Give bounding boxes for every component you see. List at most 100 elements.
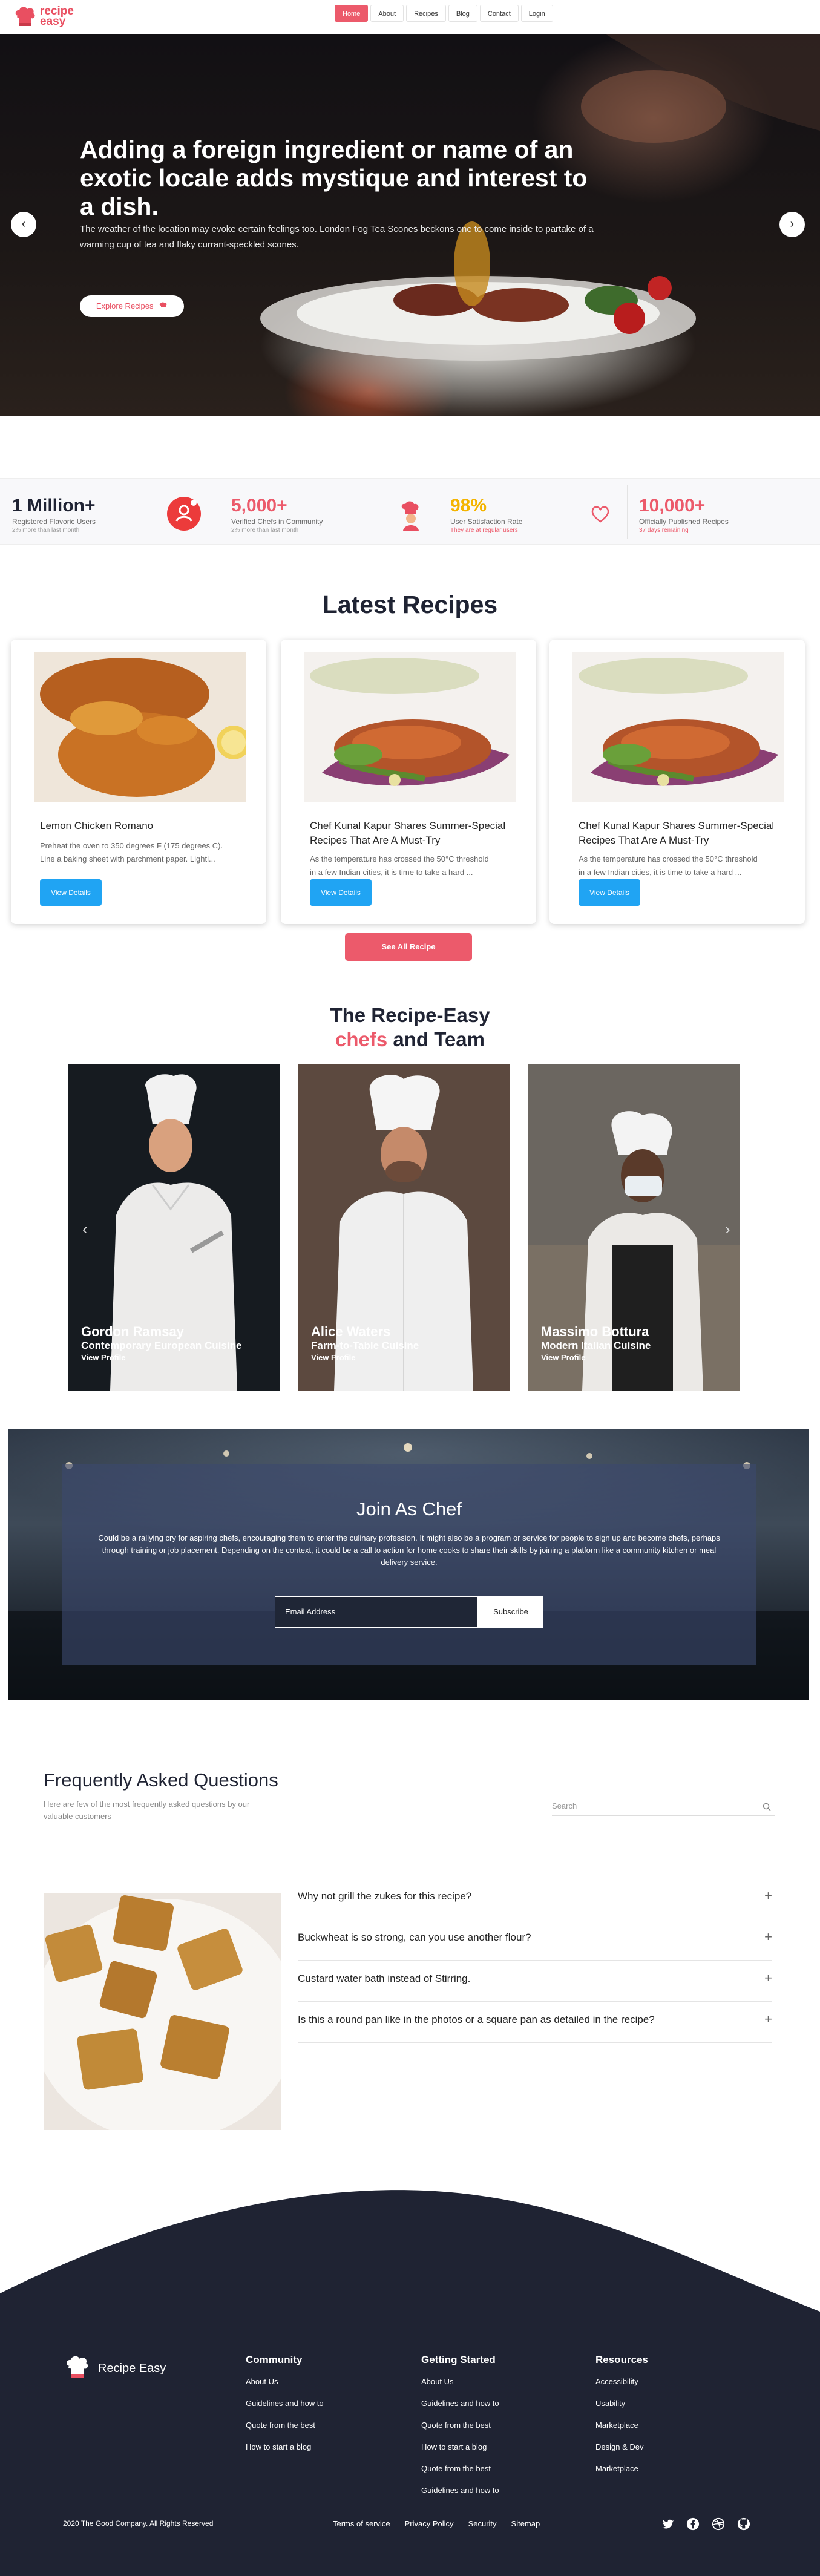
footer-column-resources: Resources Accessibility Usability Market… xyxy=(595,2354,741,2485)
footer-link[interactable]: About Us xyxy=(421,2376,566,2388)
chefs-title-line1: The Recipe-Easy xyxy=(330,1004,490,1026)
chef-hat-logo-icon xyxy=(67,2356,88,2378)
dribbble-icon[interactable] xyxy=(712,2517,725,2531)
terms-link[interactable]: Terms of service xyxy=(333,2519,390,2528)
chef-card[interactable]: Alice Waters Farm-to-Table Cuisine View … xyxy=(298,1064,510,1391)
hero-prev-arrow[interactable]: ‹ xyxy=(11,212,36,237)
footer-link[interactable]: Marketplace xyxy=(595,2419,741,2431)
recipe-excerpt-line: in a few Indian cities, it is time to ta… xyxy=(579,868,742,877)
footer-link[interactable]: Quote from the best xyxy=(421,2419,566,2431)
nav-recipes[interactable]: Recipes xyxy=(406,5,446,22)
recipe-card[interactable]: Lemon Chicken Romano Preheat the oven to… xyxy=(11,640,266,924)
nav-about[interactable]: About xyxy=(370,5,404,22)
see-all-recipe-button[interactable]: See All Recipe xyxy=(345,933,472,961)
nav-home[interactable]: Home xyxy=(335,5,369,22)
nav-blog[interactable]: Blog xyxy=(448,5,477,22)
footer-logo[interactable] xyxy=(63,2354,92,2384)
legal-links: Terms of service Privacy Policy Security… xyxy=(333,2519,540,2528)
chef-card[interactable]: Massimo Bottura Modern Italian Cuisine V… xyxy=(528,1064,740,1391)
twitter-icon[interactable] xyxy=(661,2517,674,2531)
privacy-link[interactable]: Privacy Policy xyxy=(405,2519,454,2528)
faq-search-placeholder: Search xyxy=(552,1801,577,1811)
plus-icon[interactable]: + xyxy=(764,1929,772,1945)
recipe-excerpt-line: Line a baking sheet with parchment paper… xyxy=(40,854,215,864)
chef-hat-logo-icon xyxy=(15,7,35,26)
plus-icon[interactable]: + xyxy=(764,1888,772,1904)
stat-sub: They are at regular users xyxy=(450,527,518,534)
footer-link[interactable]: How to start a blog xyxy=(421,2441,566,2453)
view-details-button[interactable]: View Details xyxy=(579,879,640,906)
chefs-prev-arrow[interactable]: ‹ xyxy=(82,1220,88,1239)
footer-column-title: Community xyxy=(246,2354,303,2365)
footer-link[interactable]: About Us xyxy=(246,2376,391,2388)
faq-subtitle: Here are few of the most frequently aske… xyxy=(44,1800,250,1821)
footer-link[interactable]: Usability xyxy=(595,2397,741,2410)
chefs-title: The Recipe-Easy chefs and Team xyxy=(0,1003,820,1052)
bars-on-plate-image xyxy=(44,1893,281,2130)
recipe-excerpt-line: As the temperature has crossed the 50°C … xyxy=(310,854,489,864)
view-details-button[interactable]: View Details xyxy=(40,879,102,906)
explore-recipes-button[interactable]: Explore Recipes xyxy=(80,295,184,317)
join-text: Could be a rallying cry for aspiring che… xyxy=(98,1533,720,1567)
view-details-button[interactable]: View Details xyxy=(310,879,372,906)
nav-login[interactable]: Login xyxy=(520,5,553,22)
recipe-card[interactable]: Chef Kunal Kapur Shares Summer-Special R… xyxy=(281,640,536,924)
faq-search-input[interactable]: Search xyxy=(552,1798,775,1816)
chefs-title-line2: chefs and Team xyxy=(0,1027,820,1052)
recipe-title[interactable]: Lemon Chicken Romano xyxy=(40,819,246,833)
footer-column-title: Resources xyxy=(595,2354,648,2365)
footer-link[interactable]: Guidelines and how to xyxy=(421,2485,566,2497)
facebook-icon[interactable] xyxy=(686,2517,700,2531)
chefs-next-arrow[interactable]: › xyxy=(725,1220,730,1239)
faq-item[interactable]: Custard water bath instead of Stirring. … xyxy=(298,1961,772,2002)
footer-link[interactable]: Accessibility xyxy=(595,2376,741,2388)
faq-item[interactable]: Is this a round pan like in the photos o… xyxy=(298,2002,772,2043)
view-profile-link[interactable]: View Profile xyxy=(541,1353,585,1362)
chef-cuisine: Farm-to-Table Cuisine xyxy=(311,1340,419,1351)
faq-title: Frequently Asked Questions xyxy=(44,1769,278,1791)
nav-links: Home About Recipes Blog Contact Login xyxy=(335,5,553,22)
site-logo[interactable]: recipe easy xyxy=(13,4,80,30)
view-profile-link[interactable]: View Profile xyxy=(311,1353,355,1362)
chef-name: Alice Waters xyxy=(311,1324,391,1339)
footer-link[interactable]: Quote from the best xyxy=(421,2463,566,2475)
stat-users: 1 Million+ Registered Flavoric Users 2% … xyxy=(0,479,205,545)
github-icon[interactable] xyxy=(737,2517,750,2531)
stat-value: 10,000+ xyxy=(639,496,706,516)
faq-item[interactable]: Why not grill the zukes for this recipe?… xyxy=(298,1878,772,1919)
recipe-title[interactable]: Chef Kunal Kapur Shares Summer-Special R… xyxy=(310,819,516,848)
hero-next-arrow[interactable]: › xyxy=(779,212,805,237)
recipe-image xyxy=(304,652,516,802)
email-input[interactable]: Email Address xyxy=(275,1596,478,1628)
plus-icon[interactable]: + xyxy=(764,2011,772,2027)
security-link[interactable]: Security xyxy=(468,2519,497,2528)
recipe-image xyxy=(34,652,246,802)
recipe-excerpt-line: As the temperature has crossed the 50°C … xyxy=(579,854,758,864)
footer-link[interactable]: How to start a blog xyxy=(246,2441,391,2453)
subscribe-button[interactable]: Subscribe xyxy=(478,1596,543,1628)
footer-link[interactable]: Design & Dev xyxy=(595,2441,741,2453)
sitemap-link[interactable]: Sitemap xyxy=(511,2519,540,2528)
stat-label: Verified Chefs in Community xyxy=(231,517,323,526)
chef-card[interactable]: Gordon Ramsay Contemporary European Cuis… xyxy=(68,1064,280,1391)
footer-link[interactable]: Quote from the best xyxy=(246,2419,391,2431)
recipe-card[interactable]: Chef Kunal Kapur Shares Summer-Special R… xyxy=(549,640,805,924)
view-profile-link[interactable]: View Profile xyxy=(81,1353,125,1362)
footer-link[interactable]: Guidelines and how to xyxy=(246,2397,391,2410)
recipe-title[interactable]: Chef Kunal Kapur Shares Summer-Special R… xyxy=(579,819,784,848)
nav-contact[interactable]: Contact xyxy=(479,5,519,22)
stat-value: 98% xyxy=(450,496,487,516)
chefs-title-highlight: chefs xyxy=(335,1028,388,1050)
recipe-excerpt-line: Preheat the oven to 350 degrees F (175 d… xyxy=(40,841,223,850)
faq-image xyxy=(44,1893,281,2130)
chef-cuisine: Contemporary European Cuisine xyxy=(81,1340,242,1351)
chef-name: Massimo Bottura xyxy=(541,1324,649,1339)
plus-icon[interactable]: + xyxy=(764,1970,772,1986)
footer-link[interactable]: Marketplace xyxy=(595,2463,741,2475)
join-form-box: Join As Chef Could be a rallying cry for… xyxy=(62,1464,756,1665)
faq-question: Is this a round pan like in the photos o… xyxy=(298,2014,655,2025)
footer-link[interactable]: Guidelines and how to xyxy=(421,2397,566,2410)
stat-recipes: 10,000+ Officially Published Recipes 37 … xyxy=(627,479,820,545)
stat-sub: 2% more than last month xyxy=(231,527,299,534)
faq-item[interactable]: Buckwheat is so strong, can you use anot… xyxy=(298,1919,772,1961)
